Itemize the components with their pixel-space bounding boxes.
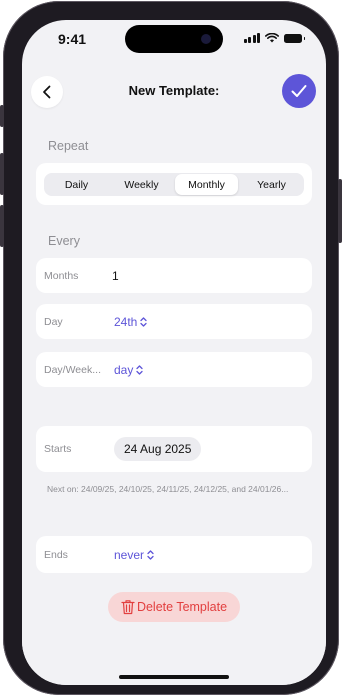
wifi-icon bbox=[265, 33, 279, 43]
day-value: 24th bbox=[114, 314, 138, 329]
signal-icon bbox=[243, 33, 260, 43]
volume-down-button bbox=[0, 205, 4, 247]
trash-icon bbox=[121, 600, 135, 615]
day-picker[interactable]: 24th bbox=[114, 314, 148, 329]
months-label: Months bbox=[44, 269, 79, 282]
day-week-picker[interactable]: day bbox=[114, 362, 144, 377]
screen: 9:41 New Template: Repeat Daily Weekly M… bbox=[22, 20, 326, 685]
ends-row[interactable]: Ends never bbox=[36, 536, 312, 573]
dynamic-island bbox=[125, 25, 223, 53]
page-title: New Template: bbox=[128, 83, 220, 98]
home-indicator bbox=[119, 675, 229, 679]
delete-template-button[interactable]: Delete Template bbox=[108, 592, 240, 622]
battery-icon bbox=[284, 33, 305, 43]
checkmark-icon bbox=[291, 85, 307, 97]
confirm-button[interactable] bbox=[282, 74, 316, 108]
day-label: Day bbox=[44, 315, 63, 328]
next-occurrences-text: Next on: 24/09/25, 24/10/25, 24/11/25, 2… bbox=[47, 484, 289, 494]
months-value[interactable]: 1 bbox=[112, 269, 119, 283]
chevron-up-down-icon bbox=[140, 316, 148, 327]
status-icons bbox=[243, 33, 305, 43]
chevron-up-down-icon bbox=[136, 364, 144, 375]
power-button bbox=[338, 179, 342, 243]
every-section-label: Every bbox=[48, 234, 80, 248]
start-date-picker[interactable]: 24 Aug 2025 bbox=[114, 437, 202, 461]
delete-template-label: Delete Template bbox=[136, 600, 228, 614]
status-time: 9:41 bbox=[58, 31, 87, 47]
day-week-label: Day/Week... bbox=[44, 363, 101, 376]
ends-picker[interactable]: never bbox=[114, 548, 154, 562]
mute-switch bbox=[0, 105, 4, 127]
camera-icon bbox=[201, 34, 211, 44]
day-row[interactable]: Day 24th bbox=[36, 304, 312, 339]
chevron-up-down-icon bbox=[147, 549, 154, 560]
ends-value: never bbox=[114, 547, 145, 562]
template-sheet: New Template: Repeat Daily Weekly Monthl… bbox=[22, 62, 326, 685]
segment-daily[interactable]: Daily bbox=[45, 174, 108, 195]
starts-row[interactable]: Starts 24 Aug 2025 bbox=[36, 426, 312, 472]
months-row[interactable]: Months 1 bbox=[36, 258, 312, 293]
repeat-segmented-control: Daily Weekly Monthly Yearly bbox=[44, 173, 304, 196]
repeat-card: Daily Weekly Monthly Yearly bbox=[36, 163, 312, 205]
segment-weekly[interactable]: Weekly bbox=[110, 174, 173, 195]
segment-yearly[interactable]: Yearly bbox=[240, 174, 303, 195]
ends-label: Ends bbox=[44, 548, 68, 561]
day-week-row[interactable]: Day/Week... day bbox=[36, 352, 312, 387]
segment-monthly[interactable]: Monthly bbox=[175, 174, 238, 195]
phone-frame: 9:41 New Template: Repeat Daily Weekly M… bbox=[0, 1, 342, 695]
day-week-value: day bbox=[114, 362, 134, 377]
volume-up-button bbox=[0, 153, 4, 195]
starts-label: Starts bbox=[44, 443, 72, 455]
status-bar: 9:41 bbox=[22, 20, 326, 62]
repeat-section-label: Repeat bbox=[48, 139, 89, 153]
